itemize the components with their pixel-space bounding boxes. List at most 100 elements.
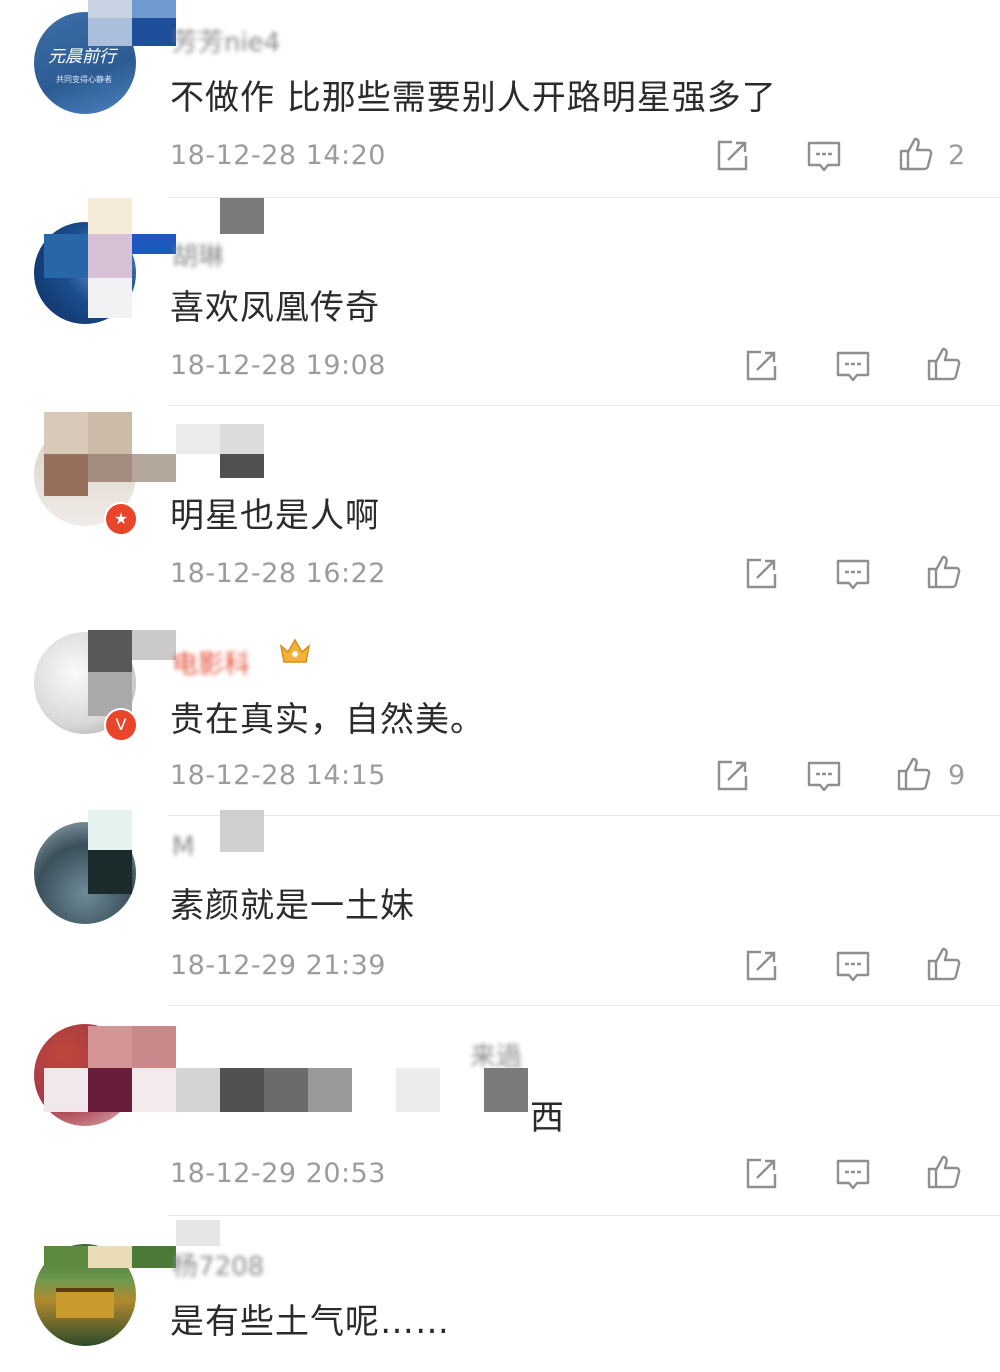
avatar-caption: 共同变得心静者 bbox=[56, 75, 112, 84]
share-icon bbox=[714, 138, 750, 174]
like-button[interactable] bbox=[896, 756, 932, 792]
timestamp: 18-12-28 14:20 bbox=[170, 140, 386, 171]
like-button[interactable] bbox=[926, 346, 962, 382]
timestamp: 18-12-29 21:39 bbox=[170, 950, 386, 981]
avatar-mosaic bbox=[132, 234, 176, 254]
username-mosaic bbox=[220, 810, 264, 852]
avatar-mosaic bbox=[88, 454, 132, 482]
reply-button[interactable] bbox=[835, 348, 871, 384]
comment-icon bbox=[835, 948, 871, 984]
avatar-mosaic bbox=[132, 630, 176, 660]
avatar-mosaic bbox=[88, 412, 132, 454]
timestamp: 18-12-29 20:53 bbox=[170, 1158, 386, 1189]
comment-text: 喜欢凤凰传奇 bbox=[170, 288, 380, 328]
timestamp: 18-12-28 16:22 bbox=[170, 558, 386, 589]
comment-text: 不做作 比那些需要别人开路明星强多了 bbox=[170, 78, 777, 118]
comment-item: M 素颜就是一土妹 18-12-29 21:39 bbox=[0, 810, 1000, 1006]
thumbs-up-icon bbox=[926, 1154, 962, 1190]
thumbs-up-icon bbox=[926, 946, 962, 982]
comment-text: 西 bbox=[530, 1098, 565, 1138]
share-button[interactable] bbox=[714, 758, 750, 794]
avatar-pavilion bbox=[56, 1288, 114, 1318]
text-mosaic bbox=[484, 1068, 528, 1112]
share-button[interactable] bbox=[743, 556, 779, 592]
username-mosaic bbox=[176, 1220, 220, 1246]
verified-badge-icon: ★ bbox=[104, 502, 138, 536]
like-count: 2 bbox=[948, 140, 966, 171]
share-button[interactable] bbox=[714, 138, 750, 174]
share-button[interactable] bbox=[743, 348, 779, 384]
comment-text: 是有些土气呢…… bbox=[170, 1302, 450, 1342]
username[interactable]: M bbox=[172, 832, 194, 862]
avatar-mosaic bbox=[132, 1026, 176, 1068]
share-icon bbox=[743, 948, 779, 984]
username-mosaic bbox=[220, 454, 264, 478]
like-button[interactable] bbox=[926, 1154, 962, 1190]
avatar-mosaic bbox=[88, 810, 132, 850]
avatar-mosaic bbox=[88, 198, 132, 234]
reply-button[interactable] bbox=[835, 1156, 871, 1192]
avatar-mosaic bbox=[44, 1068, 88, 1112]
share-button[interactable] bbox=[743, 948, 779, 984]
timestamp: 18-12-28 14:15 bbox=[170, 760, 386, 791]
avatar-mosaic bbox=[44, 412, 88, 454]
username-mosaic bbox=[220, 424, 264, 454]
share-icon bbox=[714, 758, 750, 794]
avatar-mosaic bbox=[88, 278, 132, 318]
comment-icon bbox=[835, 348, 871, 384]
verified-badge-icon: V bbox=[104, 708, 138, 742]
comment-item: V 电影科 贵在真实，自然美。 18-12-28 14:15 9 bbox=[0, 614, 1000, 816]
avatar-mosaic bbox=[88, 1246, 132, 1268]
avatar-mosaic bbox=[44, 1246, 88, 1268]
like-button[interactable] bbox=[926, 554, 962, 590]
comment-item: 来過 西 18-12-29 20:53 bbox=[0, 1006, 1000, 1216]
comment-icon bbox=[806, 758, 842, 794]
like-button[interactable] bbox=[926, 946, 962, 982]
text-mosaic bbox=[264, 1068, 308, 1112]
reply-button[interactable] bbox=[806, 138, 842, 174]
text-mosaic bbox=[308, 1068, 352, 1112]
username[interactable]: 来過 bbox=[470, 1036, 522, 1073]
vip-crown-icon bbox=[278, 634, 312, 668]
avatar-mosaic bbox=[88, 850, 132, 894]
comment-item: ★ 明星也是人啊 18-12-28 16:22 bbox=[0, 406, 1000, 614]
share-icon bbox=[743, 348, 779, 384]
username-mosaic bbox=[88, 0, 132, 18]
text-mosaic bbox=[176, 1068, 220, 1112]
text-mosaic bbox=[220, 1068, 264, 1112]
username[interactable]: 杨7208 bbox=[172, 1246, 264, 1283]
avatar-mosaic bbox=[132, 1246, 176, 1268]
share-icon bbox=[743, 556, 779, 592]
avatar-mosaic bbox=[88, 630, 132, 672]
thumbs-up-icon bbox=[896, 756, 932, 792]
comment-item: 杨7208 是有些土气呢…… bbox=[0, 1216, 1000, 1372]
comment-icon bbox=[835, 1156, 871, 1192]
username[interactable]: 芳芳nie4 bbox=[172, 22, 280, 59]
thumbs-up-icon bbox=[898, 136, 934, 172]
reply-button[interactable] bbox=[835, 948, 871, 984]
timestamp: 18-12-28 19:08 bbox=[170, 350, 386, 381]
username-mosaic bbox=[88, 18, 132, 46]
text-mosaic bbox=[396, 1068, 440, 1112]
username[interactable]: 电影科 bbox=[172, 644, 250, 681]
avatar-mosaic bbox=[88, 1026, 132, 1068]
avatar-mosaic bbox=[132, 454, 176, 482]
share-icon bbox=[743, 1156, 779, 1192]
share-button[interactable] bbox=[743, 1156, 779, 1192]
comment-icon bbox=[835, 556, 871, 592]
comment-icon bbox=[806, 138, 842, 174]
comment-text: 贵在真实，自然美。 bbox=[170, 700, 485, 740]
username-mosaic bbox=[132, 0, 176, 18]
reply-button[interactable] bbox=[835, 556, 871, 592]
like-button[interactable] bbox=[898, 136, 934, 172]
avatar-mosaic bbox=[44, 454, 88, 496]
username[interactable]: 胡琳 bbox=[172, 236, 224, 273]
thumbs-up-icon bbox=[926, 554, 962, 590]
comment-item: 胡琳 喜欢凤凰传奇 18-12-28 19:08 bbox=[0, 198, 1000, 406]
avatar-mosaic bbox=[88, 1068, 132, 1112]
like-count: 9 bbox=[948, 760, 966, 791]
comment-item: 元晨前行 共同变得心静者 芳芳nie4 不做作 比那些需要别人开路明星强多了 1… bbox=[0, 0, 1000, 198]
reply-button[interactable] bbox=[806, 758, 842, 794]
avatar-mosaic bbox=[132, 1068, 176, 1112]
thumbs-up-icon bbox=[926, 346, 962, 382]
